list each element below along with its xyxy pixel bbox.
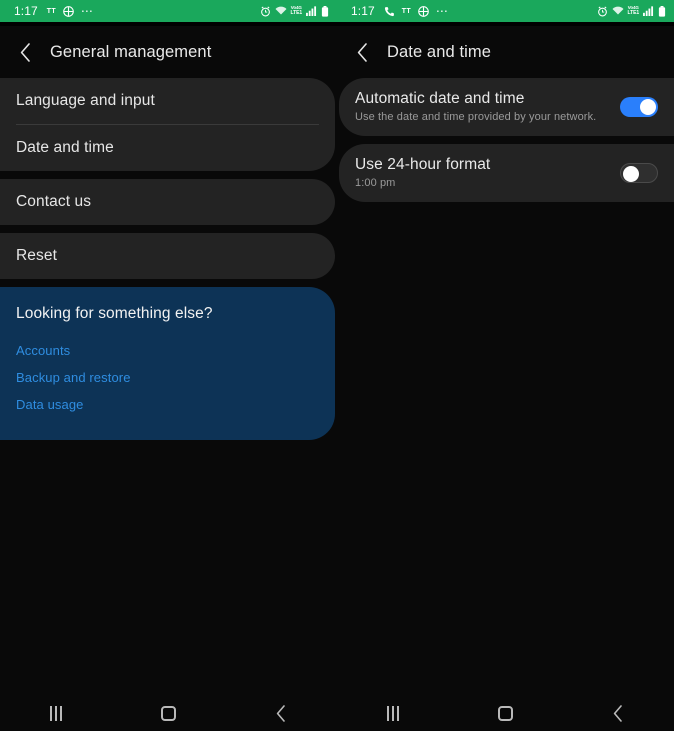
toggle-knob — [623, 165, 639, 182]
setting-title: Use 24-hour format — [355, 156, 491, 173]
app-grid-icon — [63, 5, 74, 17]
status-bar-clock: 1:17 — [14, 4, 38, 18]
battery-icon — [321, 5, 329, 17]
status-bar-system-icons: Vo4G LTE1 — [597, 5, 666, 17]
status-bar: 1:17 TT ⋯ Vo4G LTE1 — [337, 0, 674, 22]
screen-header: Date and time — [337, 26, 674, 78]
status-bar-notification-icons: TT ⋯ — [384, 5, 449, 17]
back-icon[interactable] — [595, 698, 641, 728]
phone-screen-general-management: 1:17 TT ⋯ Vo4G LTE1 General management L… — [0, 0, 337, 731]
phone-screen-date-and-time: 1:17 TT ⋯ Vo4G LTE1 Date and time Automa… — [337, 0, 674, 731]
settings-card-24-hour-format: Use 24-hour format 1:00 pm — [339, 144, 674, 202]
home-icon[interactable] — [482, 698, 528, 728]
wifi-icon — [612, 6, 624, 16]
promo-link-backup-and-restore[interactable]: Backup and restore — [16, 364, 319, 391]
status-bar: 1:17 TT ⋯ Vo4G LTE1 — [0, 0, 337, 22]
dual-screenshot-container: 1:17 TT ⋯ Vo4G LTE1 General management L… — [0, 0, 674, 731]
setting-subtitle: Use the date and time provided by your n… — [355, 111, 597, 123]
settings-card-automatic-date-time: Automatic date and time Use the date and… — [339, 78, 674, 136]
navigation-bar — [0, 695, 337, 731]
signal-icon — [306, 6, 317, 16]
status-bar-notification-icons: TT ⋯ — [47, 5, 94, 17]
setting-title: Automatic date and time — [355, 90, 525, 107]
recents-icon[interactable] — [370, 698, 416, 728]
alarm-icon — [597, 5, 608, 17]
settings-card-reset: Reset — [0, 233, 335, 279]
toggle-automatic-date-and-time[interactable] — [620, 96, 658, 117]
toggle-use-24-hour-format[interactable] — [620, 162, 658, 183]
setting-row-automatic-date-and-time[interactable]: Automatic date and time Use the date and… — [339, 78, 674, 136]
status-bar-system-icons: Vo4G LTE1 — [260, 5, 329, 17]
settings-list: Language and input Date and time Contact… — [0, 78, 337, 695]
settings-card-language-datetime: Language and input Date and time — [0, 78, 335, 171]
wifi-icon — [275, 6, 287, 16]
promo-title: Looking for something else? — [16, 305, 213, 322]
back-chevron-icon[interactable] — [14, 41, 36, 63]
page-title: Date and time — [387, 42, 492, 61]
list-item-language-and-input[interactable]: Language and input — [0, 78, 335, 124]
overflow-dots-icon: ⋯ — [435, 4, 449, 18]
setting-row-use-24-hour-format[interactable]: Use 24-hour format 1:00 pm — [339, 144, 674, 202]
status-bar-clock: 1:17 — [351, 4, 375, 18]
list-item-date-and-time[interactable]: Date and time — [0, 125, 335, 171]
promo-link-data-usage[interactable]: Data usage — [16, 391, 319, 418]
tt-icon: TT — [46, 7, 56, 15]
signal-icon — [643, 6, 654, 16]
toggle-knob — [640, 98, 656, 115]
setting-text: Use 24-hour format 1:00 pm — [355, 156, 490, 189]
list-item-label: Date and time — [16, 139, 114, 156]
settings-list: Automatic date and time Use the date and… — [337, 78, 674, 695]
list-item-label: Language and input — [16, 92, 155, 109]
phone-call-icon — [384, 6, 395, 17]
screen-header: General management — [0, 26, 337, 78]
promo-link-accounts[interactable]: Accounts — [16, 337, 319, 364]
navigation-bar — [337, 695, 674, 731]
overflow-dots-icon: ⋯ — [80, 4, 94, 18]
app-grid-icon — [418, 5, 429, 17]
list-item-contact-us[interactable]: Contact us — [0, 179, 335, 225]
recents-icon[interactable] — [33, 698, 79, 728]
tt-icon: TT — [401, 7, 411, 15]
back-chevron-icon[interactable] — [351, 41, 373, 63]
list-item-label: Reset — [16, 247, 57, 264]
battery-icon — [658, 5, 666, 17]
setting-text: Automatic date and time Use the date and… — [355, 90, 596, 123]
list-item-reset[interactable]: Reset — [0, 233, 335, 279]
volte-icon: Vo4G LTE1 — [290, 5, 303, 16]
setting-subtitle: 1:00 pm — [355, 177, 396, 189]
looking-for-something-else-card: Looking for something else? Accounts Bac… — [0, 287, 335, 440]
home-icon[interactable] — [145, 698, 191, 728]
settings-card-contact-us: Contact us — [0, 179, 335, 225]
back-icon[interactable] — [258, 698, 304, 728]
list-item-label: Contact us — [16, 193, 92, 210]
page-title: General management — [50, 42, 212, 61]
alarm-icon — [260, 5, 271, 17]
volte-icon: Vo4G LTE1 — [627, 5, 640, 16]
